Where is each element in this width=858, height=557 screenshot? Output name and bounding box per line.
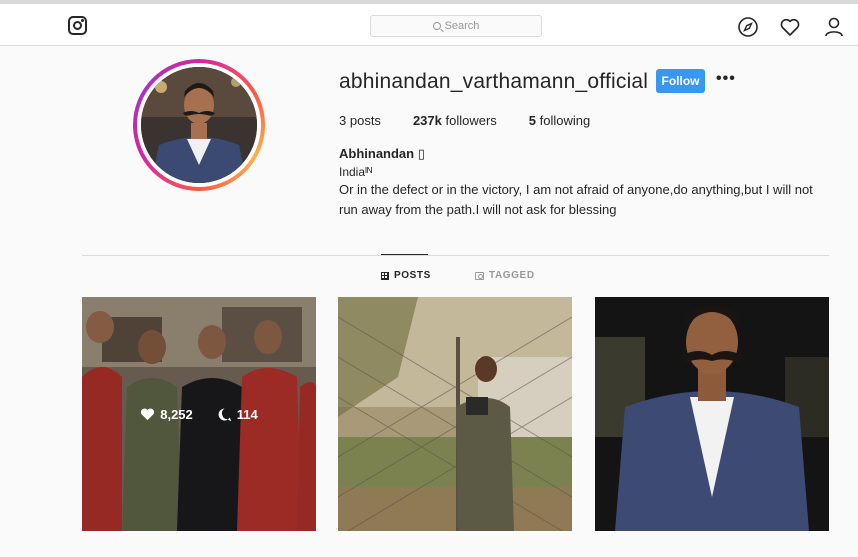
comments-count: 114 (236, 406, 258, 422)
grid-icon (381, 271, 389, 280)
following-count: 5 (528, 113, 537, 128)
bio-text: Or in the defect or in the victory, I am… (339, 182, 813, 217)
top-nav-bar: Search (0, 0, 858, 46)
post-thumbnail[interactable] (595, 297, 829, 531)
search-input[interactable]: Search (370, 15, 542, 37)
follow-button[interactable]: Follow (656, 69, 705, 93)
tabs-divider (82, 255, 829, 256)
heart-icon (141, 408, 155, 421)
compass-icon[interactable] (737, 16, 759, 38)
active-tab-indicator (381, 254, 428, 255)
followers-count: 237k (412, 113, 442, 128)
post-hover-overlay: 8,252 114 (82, 297, 316, 531)
following-label: following (539, 113, 591, 128)
bio-country: Indiaᴵᴺ (339, 165, 373, 179)
heart-icon[interactable] (779, 16, 801, 38)
posts-count: 3 (339, 113, 347, 128)
followers-stat[interactable]: 237k followers (413, 113, 497, 128)
post-thumbnail[interactable] (338, 297, 572, 531)
tab-tagged-label: TAGGED (489, 270, 535, 281)
comments-indicator: 114 (217, 407, 258, 422)
profile-username: abhinandan_varthamann_official (339, 70, 649, 93)
profile-full-name: Abhinandan ▯ (339, 146, 425, 161)
profile-stats: 3 posts 237k followers 5 following (339, 113, 622, 128)
tagged-icon (475, 271, 484, 280)
search-placeholder: Search (444, 20, 480, 32)
followers-label: followers (445, 113, 497, 128)
post-thumbnail[interactable]: 8,252 114 (82, 297, 316, 531)
likes-count: 8,252 (160, 406, 193, 422)
tab-tagged[interactable]: TAGGED (475, 270, 535, 281)
user-icon[interactable] (823, 16, 845, 38)
post-image (595, 297, 829, 531)
tab-posts[interactable]: POSTS (381, 270, 431, 281)
following-stat[interactable]: 5 following (529, 113, 590, 128)
post-image (338, 297, 572, 531)
more-options-icon[interactable]: ••• (716, 70, 736, 88)
posts-stat: 3 posts (339, 113, 381, 128)
likes-indicator: 8,252 (140, 407, 193, 422)
avatar-story-ring[interactable] (133, 59, 265, 191)
posts-label: posts (349, 113, 381, 128)
avatar (137, 63, 261, 187)
search-icon (432, 22, 441, 30)
comment-icon (218, 408, 232, 421)
instagram-icon[interactable] (68, 16, 87, 35)
profile-bio: Indiaᴵᴺ Or in the defect or in the victo… (339, 164, 829, 220)
tab-posts-label: POSTS (394, 270, 431, 281)
avatar-image (141, 67, 257, 183)
